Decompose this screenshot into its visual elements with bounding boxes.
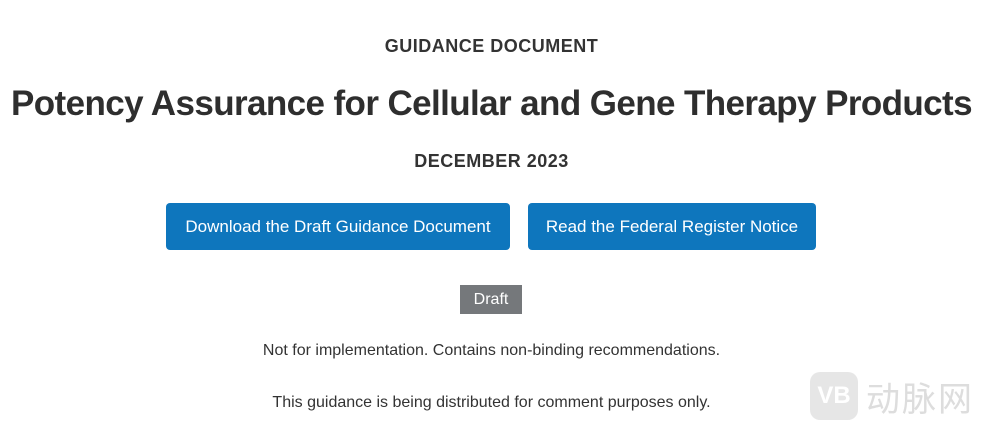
issue-date: DECEMBER 2023: [414, 151, 569, 171]
federal-register-notice-button[interactable]: Read the Federal Register Notice: [528, 203, 816, 250]
document-type-label: GUIDANCE DOCUMENT: [384, 36, 599, 56]
page-title: Potency Assurance for Cellular and Gene …: [11, 84, 973, 123]
download-draft-guidance-button[interactable]: Download the Draft Guidance Document: [166, 203, 510, 250]
watermark-logo-icon: VB: [810, 372, 858, 420]
implementation-disclaimer: Not for implementation. Contains non-bin…: [262, 342, 721, 359]
draft-status-badge: Draft: [460, 285, 522, 314]
watermark: VB 动脉网: [810, 372, 974, 420]
watermark-brand-text: 动脉网: [866, 379, 974, 420]
